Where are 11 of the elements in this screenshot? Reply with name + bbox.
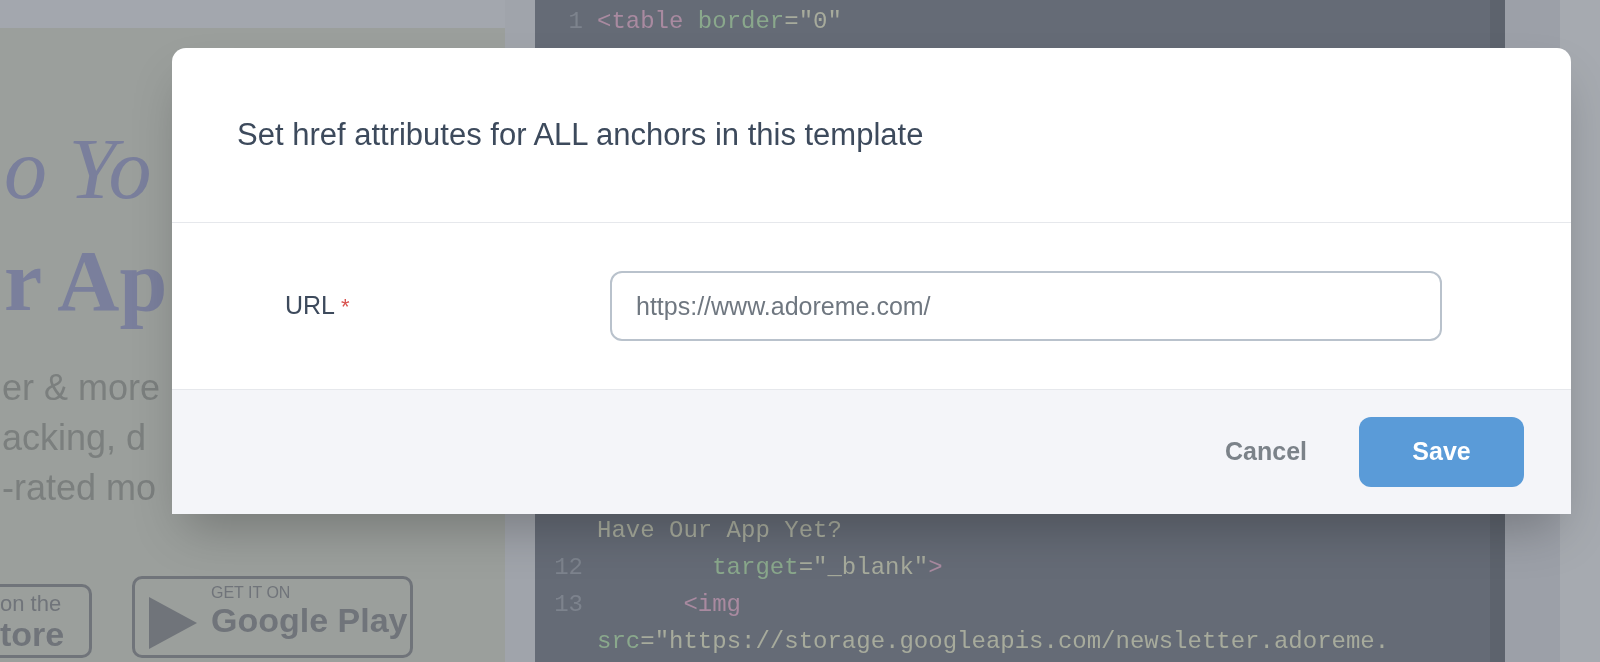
code-line: <img [682,589,742,620]
code-line: <table border="0" [597,7,842,37]
field-label: URL * [284,290,351,322]
cancel-button[interactable]: Cancel [1221,425,1311,479]
dialog-title: Set href attributes for ALL anchors in this template [237,115,924,154]
play-icon [147,595,199,651]
code-line: target="_blank"> [711,552,943,583]
url-input[interactable]: https://www.adoreme.com/ [610,271,1442,341]
code-line: Have Our App Yet? [597,515,842,546]
save-button[interactable]: Save [1359,417,1524,487]
code-line: src="https://storage.googleapis.com/newsletter.adoreme. [597,626,1390,657]
